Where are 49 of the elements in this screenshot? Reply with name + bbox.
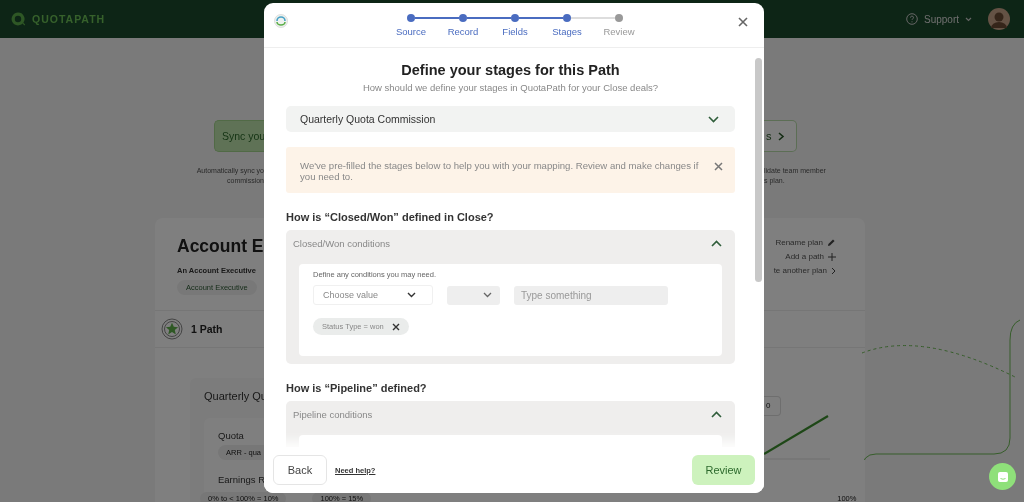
plus-icon (828, 252, 836, 261)
sync-button[interactable]: Sync you (214, 120, 264, 152)
step[interactable]: Record (437, 13, 489, 37)
caret-icon (965, 16, 972, 22)
dialog-subtitle: How should we define your stages in QuotaPath for your Close deals? (361, 82, 660, 93)
step[interactable]: Stages (541, 13, 593, 37)
chevron-icon (483, 292, 492, 298)
logo-icon (10, 11, 26, 27)
pencil-icon (827, 238, 836, 247)
step[interactable]: Fields (489, 13, 541, 37)
value-box: 0 (764, 396, 781, 416)
conditions-toggle[interactable]: Closed/Won conditions (293, 230, 722, 256)
chevron-icon (831, 266, 836, 275)
support-menu[interactable]: Support (923, 13, 959, 25)
conditions-toggle[interactable]: Pipeline conditions (293, 401, 722, 427)
back-button[interactable]: Back (273, 455, 327, 485)
review-button[interactable]: Review (692, 455, 755, 485)
remove-icon[interactable] (391, 322, 400, 331)
quota-label: Quota (218, 430, 245, 441)
plan-dropdown[interactable]: Quarterly Quota Commission (286, 106, 735, 132)
notice-text: We've pre-filled the stages below to help you with your mapping. Review and make changes if you need to. (300, 159, 700, 182)
condition-input[interactable]: Type something (514, 285, 668, 305)
chevron-icon (407, 292, 416, 298)
help-icon (905, 13, 918, 25)
plan-title: Account E (177, 236, 264, 257)
dialog-title: Define your stages for this Path (400, 62, 621, 78)
chevron-icon (708, 115, 719, 123)
step[interactable]: Source (385, 13, 437, 37)
section-question: How is “Pipeline” defined? (286, 382, 428, 394)
logo-icon (274, 14, 288, 28)
chevron-icon (776, 131, 785, 141)
chat-icon (996, 470, 1009, 483)
scrollbar-thumb[interactable] (755, 58, 762, 282)
avatar[interactable] (988, 8, 1010, 30)
chevron-icon (711, 410, 722, 418)
earnings-label: Earnings R (218, 474, 264, 485)
section-question: How is “Closed/Won” defined in Close? (286, 211, 495, 223)
chevron-icon (711, 239, 722, 247)
banner-button[interactable]: s (764, 120, 797, 152)
close-button[interactable] (736, 15, 750, 29)
value-dropdown[interactable]: Choose value (313, 285, 433, 305)
star-badge-icon (161, 318, 183, 340)
plan-action-link[interactable]: Rename plan (775, 238, 823, 247)
path-count: 1 Path (191, 323, 223, 335)
plan-action-link[interactable]: te another plan (773, 266, 827, 275)
plan-action-link[interactable]: Add a path (785, 252, 824, 261)
step[interactable]: Review (593, 13, 645, 37)
chat-button[interactable] (989, 463, 1016, 490)
logo-text: QUOTAPATH (32, 13, 106, 25)
